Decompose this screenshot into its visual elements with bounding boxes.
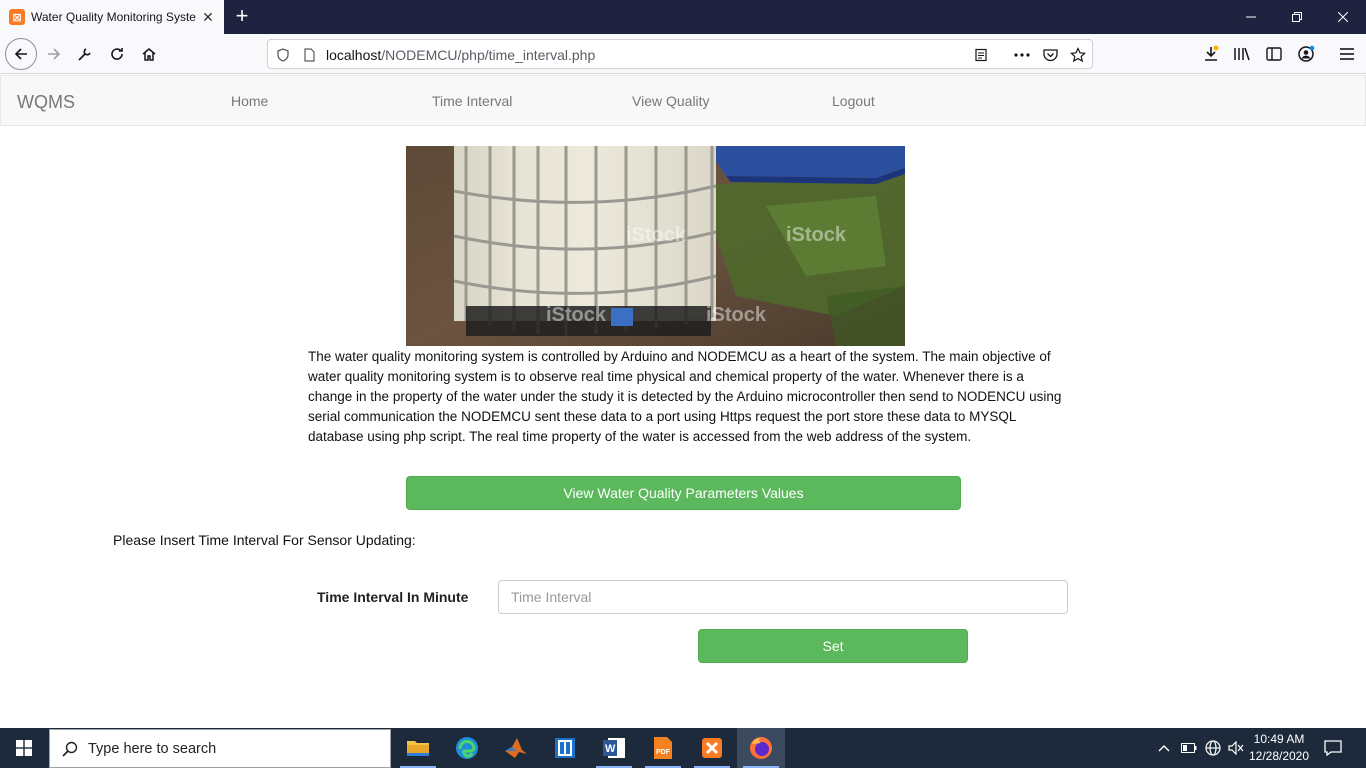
search-placeholder: Type here to search — [88, 741, 217, 757]
wrench-icon[interactable] — [71, 40, 99, 68]
edge-icon[interactable] — [443, 728, 491, 768]
site-navbar: WQMS Home Time Interval View Quality Log… — [0, 75, 1366, 126]
image-watermark: iStock — [706, 304, 767, 326]
file-explorer-icon[interactable] — [394, 728, 442, 768]
home-icon[interactable] — [135, 40, 163, 68]
nav-link-logout[interactable]: Logout — [832, 93, 875, 109]
url-text[interactable]: localhost/NODEMCU/php/time_interval.php — [326, 47, 595, 63]
view-quality-button[interactable]: View Water Quality Parameters Values — [406, 476, 961, 510]
library-icon[interactable] — [1228, 40, 1256, 68]
windows-taskbar: Type here to search W PDF 10:49 AM 12/28… — [0, 728, 1366, 768]
minimize-icon[interactable] — [1228, 0, 1274, 34]
image-watermark: iStock — [626, 224, 687, 246]
navigation-toolbar: localhost/NODEMCU/php/time_interval.php — [0, 34, 1366, 74]
brand-logo[interactable]: WQMS — [17, 92, 75, 113]
tab-title: Water Quality Monitoring System — [31, 10, 196, 24]
reader-view-icon[interactable] — [972, 46, 990, 64]
pocket-icon[interactable] — [1041, 46, 1059, 64]
system-description: The water quality monitoring system is c… — [308, 349, 1062, 444]
word-icon[interactable]: W — [590, 728, 638, 768]
nav-link-home[interactable]: Home — [231, 93, 268, 109]
search-icon — [62, 741, 78, 762]
svg-text:W: W — [605, 743, 616, 755]
url-bar[interactable]: localhost/NODEMCU/php/time_interval.php — [267, 39, 1093, 69]
restore-icon[interactable] — [1274, 0, 1320, 34]
browser-tab[interactable]: ⊠ Water Quality Monitoring System ✕ — [0, 0, 224, 34]
forward-icon[interactable] — [40, 40, 68, 68]
reload-icon[interactable] — [103, 40, 131, 68]
battery-icon[interactable] — [1178, 728, 1200, 768]
shield-icon[interactable] — [274, 46, 292, 64]
chevron-up-icon[interactable] — [1154, 728, 1174, 768]
network-globe-icon[interactable] — [1202, 728, 1224, 768]
system-clock[interactable]: 10:49 AM 12/28/2020 — [1244, 731, 1314, 765]
url-host: localhost — [326, 47, 382, 63]
time-interval-label: Time Interval In Minute — [317, 589, 469, 605]
image-watermark: iStock — [786, 224, 847, 246]
menu-hamburger-icon[interactable] — [1333, 40, 1361, 68]
browser-tabstrip: ⊠ Water Quality Monitoring System ✕ + — [0, 0, 1366, 34]
firefox-icon[interactable] — [737, 728, 785, 768]
taskbar-search-box[interactable]: Type here to search — [49, 729, 391, 768]
page-icon — [300, 46, 318, 64]
url-path: /NODEMCU/php/time_interval.php — [381, 47, 596, 63]
app-viewer-icon[interactable] — [541, 728, 589, 768]
svg-text:PDF: PDF — [656, 749, 671, 756]
bookmark-star-icon[interactable] — [1069, 46, 1087, 64]
clock-time: 10:49 AM — [1253, 732, 1305, 746]
close-tab-icon[interactable]: ✕ — [200, 9, 216, 25]
nav-link-time-interval[interactable]: Time Interval — [432, 93, 512, 109]
set-button[interactable]: Set — [698, 629, 968, 663]
nav-link-view-quality[interactable]: View Quality — [632, 93, 710, 109]
downloads-icon[interactable] — [1197, 40, 1225, 68]
xampp-icon[interactable] — [688, 728, 736, 768]
new-tab-icon[interactable]: + — [231, 5, 253, 27]
back-icon[interactable] — [5, 38, 37, 70]
matlab-icon[interactable] — [492, 728, 540, 768]
more-actions-icon[interactable] — [1013, 46, 1031, 64]
xampp-favicon-icon: ⊠ — [9, 9, 25, 25]
close-window-icon[interactable] — [1320, 0, 1366, 34]
time-interval-input[interactable] — [498, 580, 1068, 614]
volume-muted-icon[interactable] — [1226, 728, 1246, 768]
notification-icon[interactable] — [1318, 728, 1348, 768]
water-tank-image: iStock iStock iStock iStock — [406, 146, 905, 346]
image-watermark: iStock — [546, 304, 607, 326]
window-controls — [1228, 0, 1366, 34]
account-icon[interactable] — [1292, 40, 1320, 68]
sidebar-icon[interactable] — [1260, 40, 1288, 68]
time-interval-prompt: Please Insert Time Interval For Sensor U… — [113, 532, 416, 548]
clock-date: 12/28/2020 — [1248, 749, 1310, 763]
pdf-icon[interactable]: PDF — [639, 728, 687, 768]
windows-start-icon[interactable] — [0, 728, 48, 768]
